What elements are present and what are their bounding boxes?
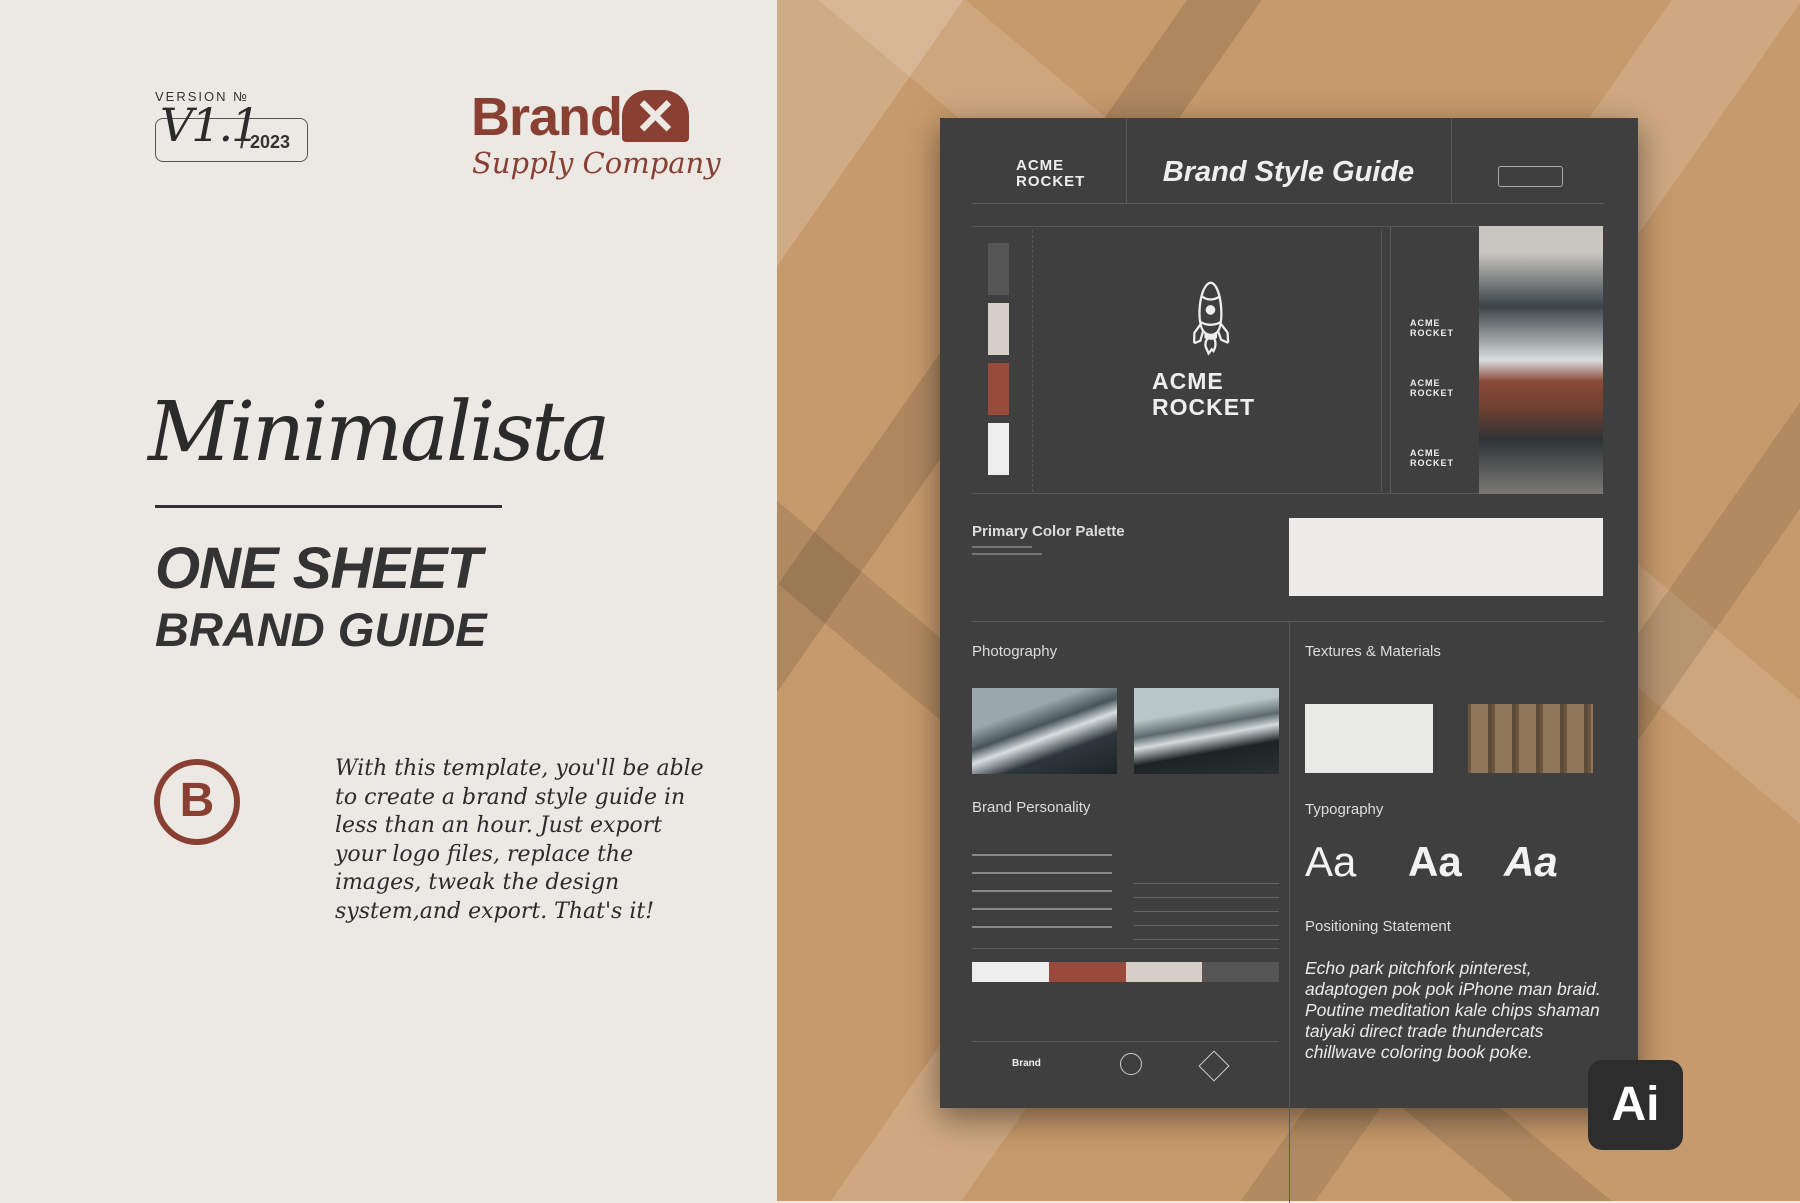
secondary-swatch [1202,962,1279,982]
secondary-swatch [972,962,1049,982]
wood-texture [1468,704,1593,773]
version-year: / 2023 [240,132,291,152]
tone-words-table [1134,870,1279,940]
brand-personality-heading: Brand Personality [972,799,1091,816]
concrete-texture [1305,704,1433,773]
divider [972,948,1279,949]
photography-heading: Photography [972,643,1058,660]
primary-palette-heading: Primary Color Palette [972,523,1125,540]
sheet-logo: ACME ROCKET [1016,157,1086,190]
type-sample-bold: Aa [1408,838,1462,885]
version-box [1498,166,1563,187]
brand-x-icon: ✕ [622,90,689,144]
swatch [988,243,1009,295]
divider [1390,226,1391,494]
divider [972,1041,1279,1042]
photo [972,688,1117,774]
personality-sliders [972,846,1112,936]
swatch [988,363,1009,415]
divider [972,621,1604,622]
brand-tagline: Supply Company [472,146,721,180]
badge-mark-icon [1120,1053,1142,1075]
cover-photo [1479,226,1603,494]
type-sample-regular: Aa [1305,838,1357,885]
logo-variation: ACME ROCKET [1410,318,1454,338]
secondary-swatch [1125,962,1203,982]
primary-logo-text: ACME ROCKET [1152,368,1256,420]
logo-mark: Brand [1012,1058,1041,1069]
script-title: Minimalista [148,385,610,480]
secondary-color-bar [972,962,1279,982]
positioning-heading: Positioning Statement [1305,918,1451,935]
headline-brand-guide: BRAND GUIDE [155,603,487,656]
typography-heading: Typography [1305,801,1384,818]
text-placeholder [972,546,1032,548]
textures-heading: Textures & Materials [1305,643,1441,660]
circle-logo-icon: B [154,759,240,845]
left-panel: VERSION № V1.1 / 2023 Brand ✕ Supply Com… [0,0,777,1201]
positioning-statement: Echo park pitchfork pinterest, adaptogen… [1305,958,1601,1062]
text-placeholder [972,553,1042,555]
type-sample-bold-italic: Aa [1504,838,1558,885]
sheet-title: Brand Style Guide [1162,156,1415,188]
divider [1451,118,1452,203]
logo-variation: ACME ROCKET [1410,378,1454,398]
brand-logo-text: Brand [471,87,623,147]
divider [1289,621,1290,1203]
primary-color-02 [1289,518,1603,596]
divider [972,203,1604,204]
divider [155,505,502,508]
secondary-swatch [1048,962,1126,982]
description: With this template, you'll be able to cr… [335,756,704,924]
headline-one-sheet: ONE SHEET [155,536,482,601]
illustrator-badge: Ai [1588,1060,1683,1150]
swatch [988,423,1009,475]
swatch [988,303,1009,355]
logo-variation: ACME ROCKET [1410,448,1454,468]
brand-sheet-mockup: ACME ROCKET Brand Style Guide 🚀︎ ACME RO… [940,118,1638,1203]
diamond-mark-icon [1198,1050,1230,1082]
photo [1134,688,1279,774]
